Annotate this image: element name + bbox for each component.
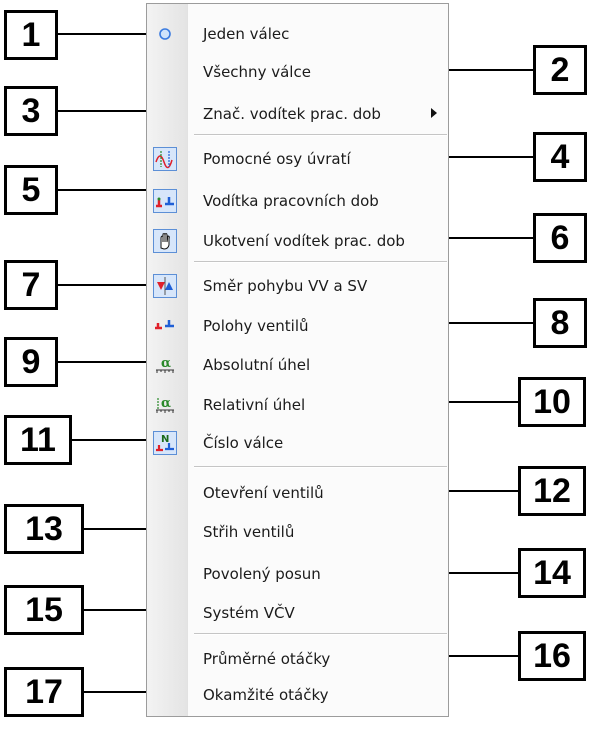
menu-item-smer-pohybu[interactable]: Směr pohybu VV a SV: [147, 271, 448, 301]
menu-item-label: Vodítka pracovních dob: [203, 192, 379, 210]
menu-item-label: Číslo válce: [203, 434, 284, 452]
callout-3: 3: [4, 86, 58, 136]
menu-item-label: Povolený posun: [203, 565, 321, 583]
svg-text:α: α: [161, 356, 171, 371]
menu-item-vsechny-valce[interactable]: Všechny válce: [147, 57, 448, 87]
callout-10: 10: [518, 377, 586, 427]
menu-item-povoleny-posun[interactable]: Povolený posun: [147, 559, 448, 589]
menu-item-cislo-valce[interactable]: N Číslo válce: [147, 428, 448, 458]
absolute-angle-icon: α: [153, 353, 177, 377]
submenu-arrow-icon: [431, 108, 437, 118]
auxiliary-axes-icon: [153, 147, 177, 171]
valve-positions-icon: [153, 314, 177, 338]
menu-item-relativni-uhel[interactable]: α Relativní úhel: [147, 390, 448, 420]
menu-item-label: Polohy ventilů: [203, 317, 309, 335]
cylinder-number-icon: N: [153, 431, 177, 455]
menu-item-voditka-pracovnich-dob[interactable]: Vodítka pracovních dob: [147, 186, 448, 216]
menu-item-label: Směr pohybu VV a SV: [203, 277, 368, 295]
callout-14: 14: [518, 548, 586, 598]
callout-13: 13: [4, 504, 84, 554]
menu-item-jeden-valec[interactable]: Jeden válec: [147, 19, 448, 49]
motion-direction-icon: [153, 274, 177, 298]
menu-item-label: Okamžité otáčky: [203, 686, 329, 704]
menu-item-otevreni-ventilu[interactable]: Otevření ventilů: [147, 478, 448, 508]
radio-dot-icon: [153, 22, 177, 46]
callout-5: 5: [4, 165, 58, 215]
menu-item-okamzite-otacky[interactable]: Okamžité otáčky: [147, 680, 448, 710]
menu-item-label: Ukotvení vodítek prac. dob: [203, 232, 405, 250]
callout-16: 16: [518, 631, 586, 681]
menu-item-polohy-ventilu[interactable]: Polohy ventilů: [147, 311, 448, 341]
svg-text:α: α: [161, 396, 171, 411]
callout-6: 6: [533, 213, 587, 263]
menu-item-ukotveni-voditek[interactable]: Ukotvení vodítek prac. dob: [147, 226, 448, 256]
callout-17: 17: [4, 667, 84, 717]
callout-12: 12: [518, 466, 586, 516]
menu-item-label: Všechny válce: [203, 63, 311, 81]
context-menu: Jeden válec Všechny válce Znač. vodítek …: [146, 3, 449, 717]
menu-item-pomocne-osy[interactable]: Pomocné osy úvratí: [147, 144, 448, 174]
callout-15: 15: [4, 585, 84, 635]
valve-guides-icon: [153, 189, 177, 213]
menu-separator: [194, 134, 447, 136]
callout-8: 8: [533, 298, 587, 348]
menu-item-label: Znač. vodítek prac. dob: [203, 105, 381, 123]
callout-9: 9: [4, 337, 58, 387]
callout-4: 4: [533, 132, 587, 182]
menu-item-label: Průměrné otáčky: [203, 650, 331, 668]
callout-2: 2: [533, 45, 587, 95]
menu-item-label: Otevření ventilů: [203, 484, 324, 502]
menu-item-label: Absolutní úhel: [203, 356, 311, 374]
relative-angle-icon: α: [153, 393, 177, 417]
menu-item-system-vcv[interactable]: Systém VČV: [147, 598, 448, 628]
menu-item-prumerne-otacky[interactable]: Průměrné otáčky: [147, 644, 448, 674]
menu-separator: [194, 633, 447, 635]
menu-item-absolutni-uhel[interactable]: α Absolutní úhel: [147, 350, 448, 380]
menu-item-label: Pomocné osy úvratí: [203, 150, 351, 168]
callout-11: 11: [4, 415, 72, 465]
menu-item-label: Jeden válec: [203, 25, 290, 43]
menu-item-label: Systém VČV: [203, 604, 295, 622]
callout-7: 7: [4, 260, 58, 310]
menu-item-strih-ventilu[interactable]: Střih ventilů: [147, 517, 448, 547]
menu-separator: [194, 261, 447, 263]
menu-item-label: Střih ventilů: [203, 523, 295, 541]
menu-item-label: Relativní úhel: [203, 396, 306, 414]
callout-1: 1: [4, 10, 58, 60]
menu-item-znac-voditek[interactable]: Znač. vodítek prac. dob: [147, 99, 448, 129]
menu-separator: [194, 466, 447, 468]
hand-anchor-icon: [153, 229, 177, 253]
